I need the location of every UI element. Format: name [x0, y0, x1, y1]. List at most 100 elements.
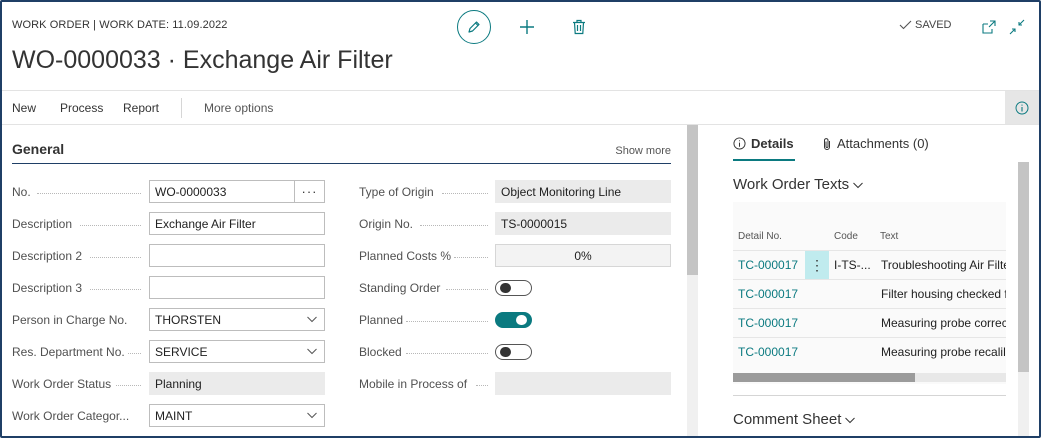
tab-attachments-label: Attachments (0) — [837, 136, 929, 151]
table-row[interactable]: TC-000017 Measuring probe correc — [733, 308, 1006, 337]
mobile-in-process-label: Mobile in Process of — [359, 377, 468, 391]
toggle-knob — [516, 315, 527, 325]
page-caption: WORK ORDER | WORK DATE: 11.09.2022 — [12, 19, 228, 31]
chevron-down-icon — [307, 348, 317, 355]
report-action[interactable]: Report — [123, 101, 159, 115]
work-order-category-label: Work Order Categor... — [12, 409, 130, 423]
factbox-toggle-button[interactable] — [1005, 91, 1039, 124]
grid-horizontal-scrollbar[interactable] — [733, 373, 1006, 382]
process-action[interactable]: Process — [60, 101, 103, 115]
page-title: WO-0000033 · Exchange Air Filter — [12, 46, 393, 74]
work-order-texts-header[interactable]: Work Order Texts — [733, 176, 864, 193]
column-header-text[interactable]: Text — [880, 231, 898, 242]
dot-leader — [476, 385, 488, 386]
work-order-category-select[interactable]: MAINT — [149, 404, 325, 427]
type-of-origin-field: Object Monitoring Line — [495, 180, 671, 203]
dot-leader — [80, 225, 141, 226]
dot-leader — [37, 193, 141, 194]
delete-button[interactable] — [566, 14, 592, 40]
dot-leader — [420, 225, 488, 226]
dot-leader — [454, 257, 488, 258]
action-separator — [181, 98, 182, 118]
detail-no-cell[interactable]: TC-000017 — [738, 287, 798, 301]
new-action[interactable]: New — [12, 101, 36, 115]
table-row[interactable]: TC-000017 Filter housing checked f — [733, 279, 1006, 308]
chevron-down-icon — [845, 417, 856, 423]
more-options-action[interactable]: More options — [204, 101, 273, 115]
type-of-origin-label: Type of Origin — [359, 185, 434, 199]
collapse-arrows-icon — [1009, 19, 1025, 35]
popout-icon — [982, 20, 996, 34]
dot-leader — [442, 193, 488, 194]
tab-details-label: Details — [751, 136, 794, 151]
factbox-scrollbar[interactable] — [1018, 162, 1029, 436]
dot-leader — [90, 289, 141, 290]
work-order-status-field: Planning — [149, 372, 325, 395]
planned-toggle[interactable] — [495, 312, 532, 328]
scrollbar-thumb[interactable] — [1018, 162, 1029, 372]
show-more-link[interactable]: Show more — [615, 145, 671, 157]
comment-sheet-title: Comment Sheet — [733, 411, 842, 428]
general-section-title[interactable]: General — [12, 141, 64, 157]
dot-leader — [90, 257, 141, 258]
plus-icon — [520, 20, 534, 34]
info-icon — [1015, 101, 1029, 114]
work-order-category-value: MAINT — [155, 409, 193, 423]
person-in-charge-select[interactable]: THORSTEN — [149, 308, 325, 331]
standing-order-toggle[interactable] — [495, 280, 532, 296]
text-cell: Filter housing checked f — [881, 287, 1006, 301]
res-department-value: SERVICE — [155, 345, 208, 359]
toggle-knob — [500, 347, 511, 357]
work-order-texts-grid: Detail No. Code Text TC-000017 ⋮ I-TS-..… — [733, 202, 1006, 384]
scrollbar-thumb[interactable] — [733, 373, 915, 382]
column-header-detail-no[interactable]: Detail No. — [738, 231, 782, 242]
table-row[interactable]: TC-000017 ⋮ I-TS-... Troubleshooting Air… — [733, 250, 1006, 279]
description-2-field[interactable] — [149, 244, 325, 267]
tab-attachments[interactable]: Attachments (0) — [822, 136, 929, 151]
table-row[interactable]: TC-000017 Measuring probe recalil — [733, 337, 1006, 366]
description-field[interactable]: Exchange Air Filter — [149, 212, 325, 235]
dot-leader — [406, 321, 488, 322]
info-icon — [733, 137, 746, 150]
collapse-button[interactable] — [1008, 18, 1026, 36]
planned-costs-label: Planned Costs % — [359, 249, 452, 263]
no-field[interactable]: WO-0000033 — [149, 180, 295, 203]
checkmark-icon — [899, 20, 912, 30]
origin-no-field: TS-0000015 — [495, 212, 671, 235]
section-divider — [733, 395, 1006, 396]
person-in-charge-value: THORSTEN — [155, 313, 221, 327]
res-department-label: Res. Department No. — [12, 345, 125, 359]
detail-no-cell[interactable]: TC-000017 — [738, 316, 798, 330]
mobile-in-process-field — [495, 372, 671, 395]
scrollbar-thumb[interactable] — [687, 125, 698, 275]
action-bar: New Process Report More options — [2, 90, 1039, 125]
comment-sheet-header[interactable]: Comment Sheet — [733, 411, 856, 428]
chevron-down-icon — [307, 412, 317, 419]
work-order-card: WORK ORDER | WORK DATE: 11.09.2022 WO-00… — [0, 0, 1041, 438]
description-3-field[interactable] — [149, 276, 325, 299]
no-assist-button[interactable]: ··· — [294, 180, 325, 203]
row-actions-button[interactable]: ⋮ — [805, 251, 829, 279]
detail-no-cell[interactable]: TC-000017 — [738, 258, 798, 272]
text-cell: Measuring probe correc — [881, 316, 1006, 330]
trash-icon — [573, 19, 585, 35]
res-department-select[interactable]: SERVICE — [149, 340, 325, 363]
description-label: Description — [12, 217, 73, 231]
column-header-code[interactable]: Code — [834, 231, 858, 242]
blocked-toggle[interactable] — [495, 344, 532, 360]
general-section-header: General Show more — [12, 140, 671, 164]
detail-no-cell[interactable]: TC-000017 — [738, 345, 798, 359]
content-scrollbar[interactable] — [687, 125, 698, 436]
new-record-button[interactable] — [514, 14, 540, 40]
no-label: No. — [12, 185, 31, 199]
tab-details[interactable]: Details — [733, 136, 794, 151]
code-cell: I-TS-... — [834, 258, 871, 272]
text-cell: Measuring probe recalil — [881, 345, 1006, 359]
toggle-knob — [500, 283, 511, 293]
open-new-window-button[interactable] — [980, 18, 998, 36]
planned-costs-field: 0% — [495, 244, 671, 267]
edit-button[interactable] — [457, 10, 491, 44]
dot-leader — [128, 353, 141, 354]
dot-leader — [116, 385, 141, 386]
work-order-status-label: Work Order Status — [12, 377, 112, 391]
